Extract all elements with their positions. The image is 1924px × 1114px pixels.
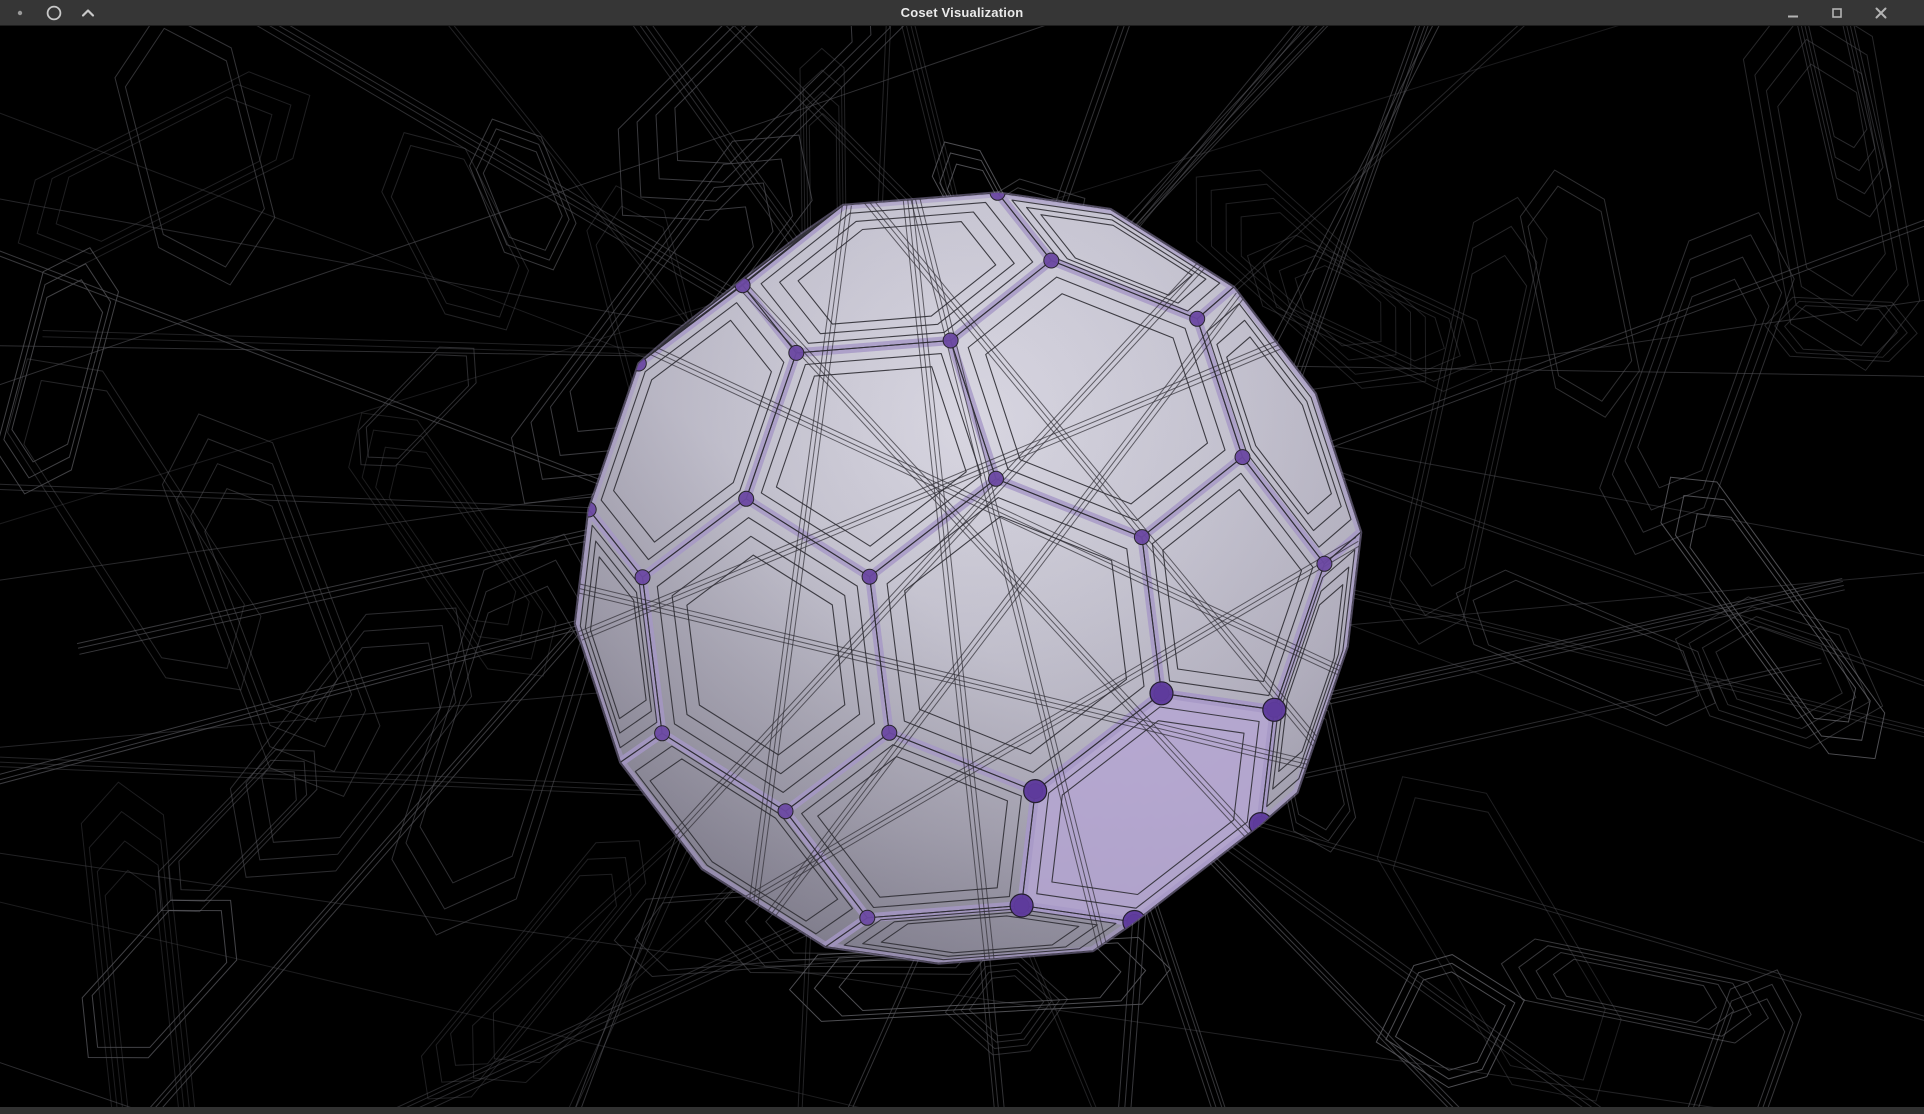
minimize-button[interactable] [1782, 2, 1804, 24]
window-controls [1782, 2, 1924, 24]
maximize-button[interactable] [1826, 2, 1848, 24]
window-bottom-edge [0, 1107, 1924, 1114]
coset-scene-canvas[interactable] [0, 26, 1924, 1107]
viewport-3d[interactable] [0, 26, 1924, 1107]
app-window: Coset Visualization [0, 0, 1924, 1114]
titlebar[interactable]: Coset Visualization [0, 0, 1924, 26]
dot-icon [8, 1, 32, 25]
close-button[interactable] [1870, 2, 1892, 24]
window-title: Coset Visualization [0, 0, 1924, 24]
titlebar-left-icons [0, 1, 100, 25]
circle-icon[interactable] [42, 1, 66, 25]
chevron-up-icon[interactable] [76, 1, 100, 25]
